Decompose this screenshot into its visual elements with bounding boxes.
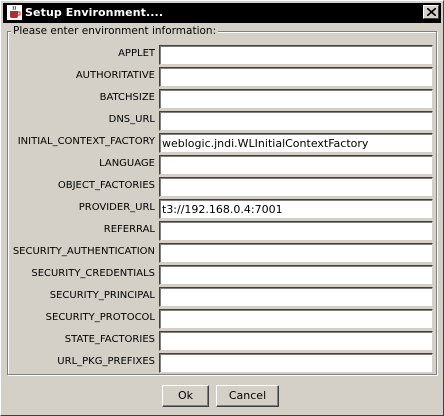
field-row-object-factories: OBJECT_FACTORIES xyxy=(1,176,444,198)
field-row-authoritative: AUTHORITATIVE xyxy=(1,66,444,88)
window-title: Setup Environment.... xyxy=(25,6,164,19)
object-factories-input[interactable] xyxy=(159,177,433,197)
security-protocol-input[interactable] xyxy=(159,309,433,329)
provider-url-input[interactable] xyxy=(159,199,433,219)
field-row-security-protocol: SECURITY_PROTOCOL xyxy=(1,308,444,330)
security-authentication-input[interactable] xyxy=(159,243,433,263)
language-input[interactable] xyxy=(159,155,433,175)
url-pkg-prefixes-input[interactable] xyxy=(159,353,433,373)
field-label: DNS_URL xyxy=(108,114,155,125)
ok-button[interactable]: Ok xyxy=(162,385,209,407)
cancel-button[interactable]: Cancel xyxy=(216,385,279,407)
field-row-url-pkg-prefixes: URL_PKG_PREFIXES xyxy=(1,352,444,374)
field-row-referral: REFERRAL xyxy=(1,220,444,242)
field-row-batchsize: BATCHSIZE xyxy=(1,88,444,110)
security-principal-input[interactable] xyxy=(159,287,433,307)
field-label: BATCHSIZE xyxy=(99,92,155,103)
field-label: AUTHORITATIVE xyxy=(75,70,155,81)
field-label: LANGUAGE xyxy=(99,158,155,169)
field-row-applet: APPLET xyxy=(1,44,444,66)
close-button[interactable] xyxy=(423,5,439,19)
group-legend: Please enter environment information: xyxy=(11,25,219,37)
authoritative-input[interactable] xyxy=(159,67,433,87)
field-label: SECURITY_PRINCIPAL xyxy=(49,290,155,301)
java-cup-icon xyxy=(7,5,22,20)
dialog-window: Setup Environment.... Please enter envir… xyxy=(0,0,444,416)
field-label: STATE_FACTORIES xyxy=(64,334,155,345)
title-bar[interactable]: Setup Environment.... xyxy=(3,3,441,23)
field-label: OBJECT_FACTORIES xyxy=(57,180,155,191)
field-row-security-authentication: SECURITY_AUTHENTICATION xyxy=(1,242,444,264)
field-label: URL_PKG_PREFIXES xyxy=(57,356,155,367)
field-row-security-credentials: SECURITY_CREDENTIALS xyxy=(1,264,444,286)
field-label: SECURITY_CREDENTIALS xyxy=(31,268,155,279)
field-row-initial-context-factory: INITIAL_CONTEXT_FACTORY xyxy=(1,132,444,154)
dns-url-input[interactable] xyxy=(159,111,433,131)
applet-input[interactable] xyxy=(159,45,433,65)
field-row-security-principal: SECURITY_PRINCIPAL xyxy=(1,286,444,308)
field-row-dns-url: DNS_URL xyxy=(1,110,444,132)
field-label: SECURITY_AUTHENTICATION xyxy=(12,246,155,257)
close-icon xyxy=(427,8,436,16)
field-label: SECURITY_PROTOCOL xyxy=(45,312,155,323)
field-label: REFERRAL xyxy=(103,224,155,235)
batchsize-input[interactable] xyxy=(159,89,433,109)
field-label: APPLET xyxy=(118,48,155,59)
field-row-state-factories: STATE_FACTORIES xyxy=(1,330,444,352)
field-label: INITIAL_CONTEXT_FACTORY xyxy=(17,136,155,147)
referral-input[interactable] xyxy=(159,221,433,241)
field-row-language: LANGUAGE xyxy=(1,154,444,176)
field-label: PROVIDER_URL xyxy=(78,202,155,213)
initial-context-factory-input[interactable] xyxy=(159,133,433,153)
security-credentials-input[interactable] xyxy=(159,265,433,285)
state-factories-input[interactable] xyxy=(159,331,433,351)
field-row-provider-url: PROVIDER_URL xyxy=(1,198,444,220)
